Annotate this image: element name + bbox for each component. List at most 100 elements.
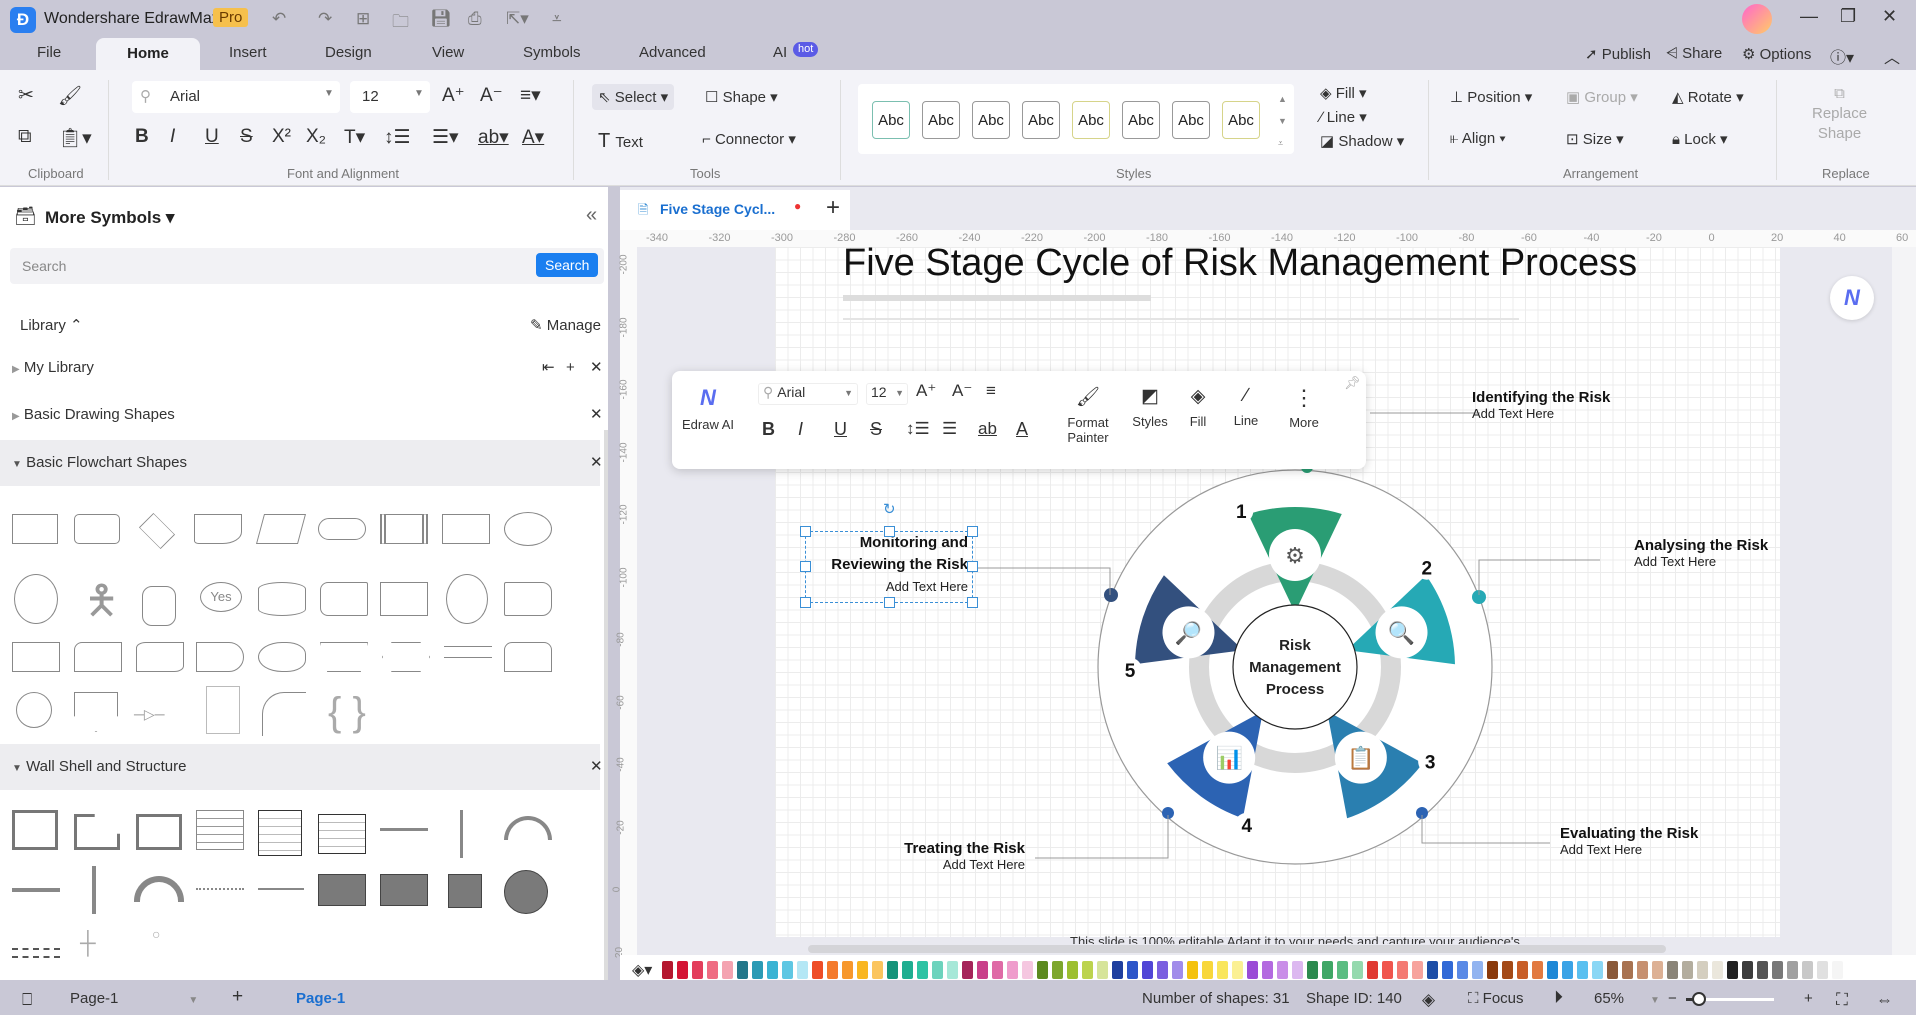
shape-arrow-line[interactable]: ─▷─: [134, 706, 165, 723]
color-swatch[interactable]: [782, 961, 793, 979]
replace-shape-button[interactable]: ⧉ Replace Shape: [1812, 84, 1867, 144]
italic-icon[interactable]: I: [170, 126, 175, 148]
panel-title[interactable]: More Symbols ▾: [45, 208, 174, 228]
color-swatch[interactable]: [1637, 961, 1648, 979]
wall-h-2[interactable]: [12, 888, 60, 892]
color-swatch[interactable]: [1802, 961, 1813, 979]
color-swatch[interactable]: [1622, 961, 1633, 979]
color-swatch[interactable]: [1172, 961, 1183, 979]
shadow-button[interactable]: ◪ Shadow ▾: [1320, 132, 1404, 150]
color-swatch[interactable]: [992, 961, 1003, 979]
resize-handle[interactable]: [884, 526, 895, 537]
color-swatch[interactable]: [812, 961, 823, 979]
zoom-out-button[interactable]: −: [1668, 990, 1677, 1007]
color-swatch[interactable]: [887, 961, 898, 979]
tab-home[interactable]: Home: [96, 38, 200, 70]
zoom-dropdown-icon[interactable]: ▼: [1650, 995, 1660, 1006]
library-section-my-library[interactable]: ▶ My Library ⇤ + ✕: [0, 345, 603, 391]
align-button[interactable]: ⫦ Align ▾: [1450, 130, 1506, 147]
color-swatch[interactable]: [1562, 961, 1573, 979]
color-swatch[interactable]: [1382, 961, 1393, 979]
close-section-icon[interactable]: ✕: [590, 345, 603, 391]
column-square[interactable]: [448, 874, 482, 908]
color-swatch[interactable]: [1217, 961, 1228, 979]
underline-icon[interactable]: U: [205, 126, 219, 148]
style-swatch[interactable]: Abc: [922, 101, 960, 139]
cut-icon[interactable]: ✂: [18, 84, 34, 107]
shape-terminator[interactable]: [318, 518, 366, 540]
color-swatch[interactable]: [1547, 961, 1558, 979]
stage-subtext[interactable]: Add Text Here: [1634, 554, 1768, 569]
wall-dashed[interactable]: [12, 948, 60, 958]
color-swatch[interactable]: [1337, 961, 1348, 979]
resize-handle[interactable]: [967, 561, 978, 572]
restore-icon[interactable]: ❐: [1840, 6, 1856, 27]
stage-subtext[interactable]: Add Text Here: [890, 857, 1025, 872]
color-swatch[interactable]: [1742, 961, 1753, 979]
wall-horizontal[interactable]: [380, 828, 428, 831]
text-direction-icon[interactable]: T▾: [344, 126, 365, 149]
color-swatch[interactable]: [1292, 961, 1303, 979]
shape-manual-input[interactable]: [12, 642, 60, 672]
shape-stored-data[interactable]: [320, 582, 368, 616]
superscript-icon[interactable]: X²: [272, 126, 291, 148]
format-painter-button[interactable]: 🖌︎ Format Painter: [1060, 385, 1116, 445]
color-swatch[interactable]: [1097, 961, 1108, 979]
color-swatch[interactable]: [1412, 961, 1423, 979]
options-button[interactable]: ⚙ Options: [1742, 45, 1811, 63]
right-scroll-strip[interactable]: [1892, 247, 1916, 955]
wall-l[interactable]: [74, 814, 120, 850]
close-section-icon[interactable]: ✕: [590, 744, 603, 790]
zoom-in-button[interactable]: +: [1804, 990, 1813, 1007]
color-swatch[interactable]: [1502, 961, 1513, 979]
color-swatch[interactable]: [707, 961, 718, 979]
shape-tape[interactable]: [136, 642, 184, 672]
tab-view[interactable]: View: [432, 44, 464, 61]
fit-width-icon[interactable]: ⇔: [1876, 990, 1893, 1010]
color-swatch[interactable]: [1022, 961, 1033, 979]
collapse-panel-icon[interactable]: «: [586, 204, 597, 227]
color-swatch[interactable]: [932, 961, 943, 979]
font-size-select[interactable]: 12 ▼: [350, 81, 430, 113]
close-icon[interactable]: ✕: [1882, 6, 1897, 27]
shape-yes[interactable]: Yes: [200, 582, 242, 612]
resize-handle[interactable]: [800, 597, 811, 608]
color-swatch[interactable]: [857, 961, 868, 979]
resize-handle[interactable]: [884, 597, 895, 608]
resize-handle[interactable]: [967, 597, 978, 608]
zoom-level[interactable]: 65%: [1594, 990, 1624, 1007]
bold-icon[interactable]: B: [135, 126, 149, 148]
color-swatch[interactable]: [962, 961, 973, 979]
color-swatch[interactable]: [1787, 961, 1798, 979]
color-swatch[interactable]: [902, 961, 913, 979]
format-painter-icon[interactable]: 🖌︎: [58, 84, 82, 108]
shape-circle[interactable]: [14, 574, 58, 624]
library-section-wall-shell[interactable]: ▼ Wall Shell and Structure ✕: [0, 744, 603, 790]
color-swatch[interactable]: [1667, 961, 1678, 979]
horizontal-scrollbar[interactable]: [808, 945, 1666, 953]
color-swatch[interactable]: [1307, 961, 1318, 979]
print-icon[interactable]: ⎙: [468, 9, 482, 29]
tab-file[interactable]: File: [37, 44, 61, 61]
color-swatch[interactable]: [1082, 961, 1093, 979]
rotate-handle-icon[interactable]: ↻: [883, 500, 896, 518]
new-tab-button[interactable]: +: [826, 194, 840, 222]
color-swatch[interactable]: [1112, 961, 1123, 979]
wall-dotted[interactable]: [196, 888, 244, 890]
play-icon[interactable]: ⏵: [1554, 987, 1563, 1008]
color-swatch[interactable]: [1607, 961, 1618, 979]
font-family-select[interactable]: ⚲ Arial ▼: [132, 81, 340, 113]
shape-ellipse[interactable]: [504, 512, 552, 546]
color-swatch[interactable]: [1322, 961, 1333, 979]
stage-subtext[interactable]: Add Text Here: [1560, 842, 1698, 857]
collapse-ribbon-icon[interactable]: ︿: [1884, 44, 1900, 68]
fill-button[interactable]: ◈ Fill: [1178, 385, 1218, 429]
wall-arc[interactable]: [504, 816, 552, 840]
stage-label-4[interactable]: Treating the Risk Add Text Here: [890, 840, 1025, 872]
stage-subtext[interactable]: Add Text Here: [1472, 406, 1610, 421]
copy-icon[interactable]: ⧉: [18, 126, 32, 148]
resize-handle[interactable]: [800, 561, 811, 572]
color-swatch[interactable]: [1442, 961, 1453, 979]
color-swatch[interactable]: [1277, 961, 1288, 979]
tab-ai[interactable]: AI: [773, 44, 787, 61]
